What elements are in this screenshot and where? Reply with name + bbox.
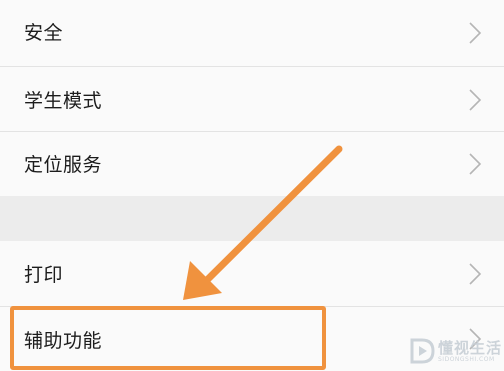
settings-item-print[interactable]: 打印 bbox=[0, 241, 504, 306]
settings-item-location-services[interactable]: 定位服务 bbox=[0, 132, 504, 196]
section-gap bbox=[0, 196, 504, 241]
watermark-text: 懂视生活 bbox=[438, 339, 503, 357]
settings-item-label: 学生模式 bbox=[24, 90, 103, 112]
annotation-highlight-box bbox=[10, 306, 326, 370]
watermark: 懂视生活 SIDONGSHI.COM bbox=[404, 335, 504, 371]
settings-item-label: 安全 bbox=[24, 22, 64, 44]
chevron-right-icon bbox=[469, 22, 482, 44]
settings-item-student-mode[interactable]: 学生模式 bbox=[0, 67, 504, 131]
chevron-right-icon bbox=[469, 263, 482, 285]
settings-item-label: 打印 bbox=[24, 264, 64, 286]
chevron-right-icon bbox=[469, 89, 482, 111]
chevron-right-icon bbox=[469, 153, 482, 175]
settings-item-label: 定位服务 bbox=[24, 154, 103, 176]
watermark-subtext: SIDONGSHI.COM bbox=[438, 356, 495, 363]
settings-item-security[interactable]: 安全 bbox=[0, 0, 504, 66]
watermark-logo-icon bbox=[410, 338, 435, 364]
